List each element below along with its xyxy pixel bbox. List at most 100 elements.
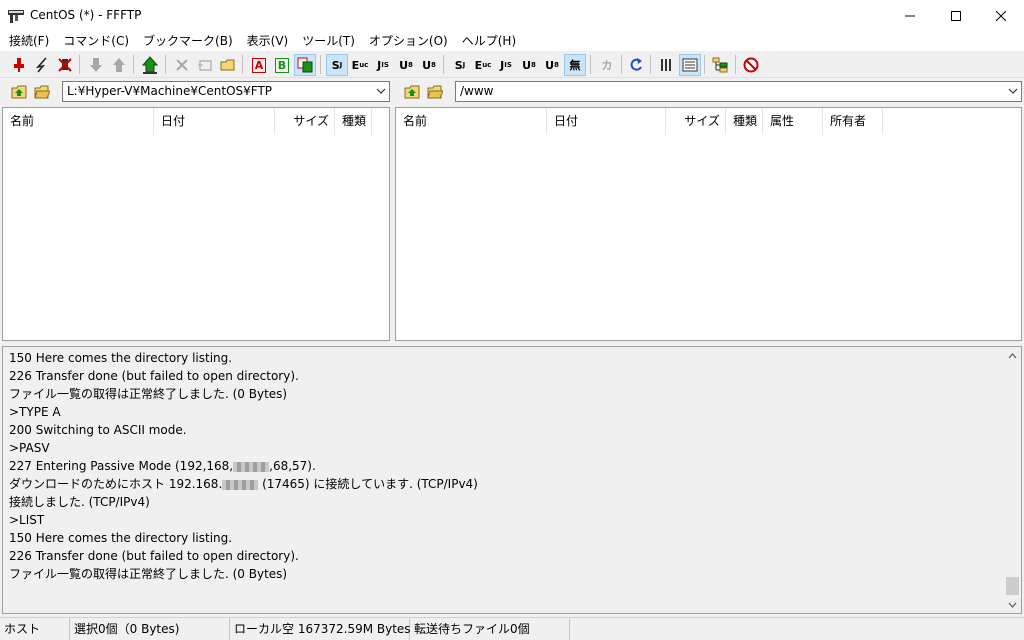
none-label: 無 (569, 59, 581, 72)
rename-button[interactable] (194, 54, 216, 76)
status-host: ホスト (0, 618, 70, 640)
menu-options[interactable]: オプション(O) (362, 31, 455, 51)
log-line: >LIST (9, 513, 45, 527)
log-scrollbar[interactable] (1004, 347, 1021, 613)
local-up-folder-button[interactable] (9, 82, 29, 102)
auto-mode-icon (297, 57, 313, 73)
scroll-thumb[interactable] (1006, 577, 1019, 595)
kanji-utf8-button[interactable]: U8 (418, 54, 440, 76)
sync-browse-button[interactable] (709, 54, 731, 76)
utf8n-label: U (399, 58, 409, 72)
binary-mode-button[interactable]: B (271, 54, 293, 76)
remote-path-combo[interactable]: /www (455, 81, 1022, 102)
euc-label: E (351, 58, 360, 72)
log-line: >TYPE A (9, 405, 61, 419)
sync-tree-icon (712, 57, 728, 73)
kanji-sjis-button[interactable]: SJ (326, 54, 348, 76)
scroll-down-button[interactable] (1004, 596, 1021, 613)
remote-kanji-utf8-button[interactable]: U8 (541, 54, 563, 76)
refresh-icon (630, 58, 642, 71)
upload-button[interactable] (108, 54, 130, 76)
delete-button[interactable] (171, 54, 193, 76)
chevron-down-icon (1008, 602, 1017, 608)
log-line: 接続しました. (TCP/IPv4) (9, 495, 150, 509)
list-view-icon (661, 59, 671, 71)
kana-convert-button[interactable]: カ (596, 54, 618, 76)
remote-path-text: /www (460, 84, 494, 98)
menu-connect[interactable]: 接続(F) (2, 31, 56, 51)
ascii-mode-button[interactable]: A (248, 54, 270, 76)
remote-col-type[interactable]: 種類 (726, 108, 763, 134)
stop-icon (743, 57, 759, 73)
detail-view-button[interactable] (679, 54, 701, 76)
ascii-mode-label: A (251, 57, 267, 73)
sjis-label: S (331, 58, 340, 72)
auto-mode-button[interactable] (294, 54, 316, 76)
remote-open-folder-button[interactable] (425, 82, 445, 102)
remote-utf8-label: U (545, 58, 555, 72)
kana-label: カ (601, 59, 613, 72)
remote-col-size[interactable]: サイズ (666, 108, 726, 134)
remote-file-list[interactable]: 名前 日付 サイズ 種類 属性 所有者 (395, 107, 1022, 341)
chevron-down-icon (1008, 88, 1018, 94)
status-local-free: ローカル空 167372.59M Bytes (230, 618, 411, 640)
local-col-date[interactable]: 日付 (154, 108, 275, 134)
download-button[interactable] (85, 54, 107, 76)
log-panel[interactable]: 150 Here comes the directory listing. 22… (2, 346, 1022, 614)
local-col-size[interactable]: サイズ (275, 108, 335, 134)
remote-sjis-label: S (454, 58, 463, 72)
menu-help[interactable]: ヘルプ(H) (455, 31, 523, 51)
kanji-utf8n-button[interactable]: U8 (395, 54, 417, 76)
remote-kanji-utf8n-button[interactable]: U8 (518, 54, 540, 76)
status-queue: 転送待ちファイル0個 (410, 618, 570, 640)
mkdir-button[interactable] (217, 54, 239, 76)
connect-button[interactable] (8, 54, 30, 76)
disconnect-icon (58, 58, 72, 72)
log-line-connect: ダウンロードのためにホスト 192.168. (17465) に接続しています.… (9, 475, 999, 493)
local-file-list[interactable]: 名前 日付 サイズ 種類 (2, 107, 390, 341)
local-path-combo[interactable]: L:¥Hyper-V¥Machine¥CentOS¥FTP (62, 81, 390, 102)
kanji-jis-button[interactable]: J IS (372, 54, 394, 76)
remote-up-folder-button[interactable] (402, 82, 422, 102)
status-bar: ホスト 選択0個（0 Bytes) ローカル空 167372.59M Bytes… (0, 617, 1024, 640)
new-folder-icon (220, 59, 235, 71)
scroll-up-button[interactable] (1004, 347, 1021, 364)
remote-kanji-euc-button[interactable]: Euc (472, 54, 494, 76)
menu-bar: 接続(F) コマンド(C) ブックマーク(B) 表示(V) ツール(T) オプシ… (0, 31, 1024, 51)
remote-col-owner[interactable]: 所有者 (823, 108, 883, 134)
menu-tools[interactable]: ツール(T) (295, 31, 362, 51)
log-line: 200 Switching to ASCII mode. (9, 423, 187, 437)
remote-kanji-jis-button[interactable]: J IS (495, 54, 517, 76)
log-line: 150 Here comes the directory listing. (9, 351, 233, 365)
disconnect-button[interactable] (54, 54, 76, 76)
quick-connect-button[interactable] (31, 54, 53, 76)
remote-col-attr[interactable]: 属性 (763, 108, 823, 134)
list-view-button[interactable] (656, 54, 678, 76)
refresh-button[interactable] (625, 54, 647, 76)
log-line: 226 Transfer done (but failed to open di… (9, 549, 299, 563)
local-col-type[interactable]: 種類 (335, 108, 372, 134)
menu-command[interactable]: コマンド(C) (56, 31, 136, 51)
local-col-name[interactable]: 名前 (3, 108, 154, 134)
local-open-folder-button[interactable] (32, 82, 52, 102)
minimize-button[interactable] (887, 0, 933, 31)
detail-view-icon (682, 58, 698, 72)
abort-button[interactable] (740, 54, 762, 76)
remote-col-date[interactable]: 日付 (547, 108, 666, 134)
arrow-down-icon (90, 58, 102, 72)
maximize-icon (951, 10, 961, 21)
connect-plug-icon (14, 58, 24, 72)
menu-bookmark[interactable]: ブックマーク(B) (136, 31, 240, 51)
lightning-icon (35, 57, 47, 73)
pasv-prefix: 227 Entering Passive Mode (192,168, (9, 459, 234, 473)
kanji-euc-button[interactable]: Euc (349, 54, 371, 76)
remote-kanji-sjis-button[interactable]: SJ (449, 54, 471, 76)
menu-view[interactable]: 表示(V) (240, 31, 296, 51)
close-button[interactable] (978, 0, 1024, 31)
binary-mode-label: B (274, 57, 290, 73)
mirror-upload-button[interactable] (139, 54, 161, 76)
remote-col-name[interactable]: 名前 (396, 108, 547, 134)
kanji-none-button[interactable]: 無 (564, 54, 586, 76)
close-icon (996, 10, 1006, 21)
maximize-button[interactable] (933, 0, 979, 31)
